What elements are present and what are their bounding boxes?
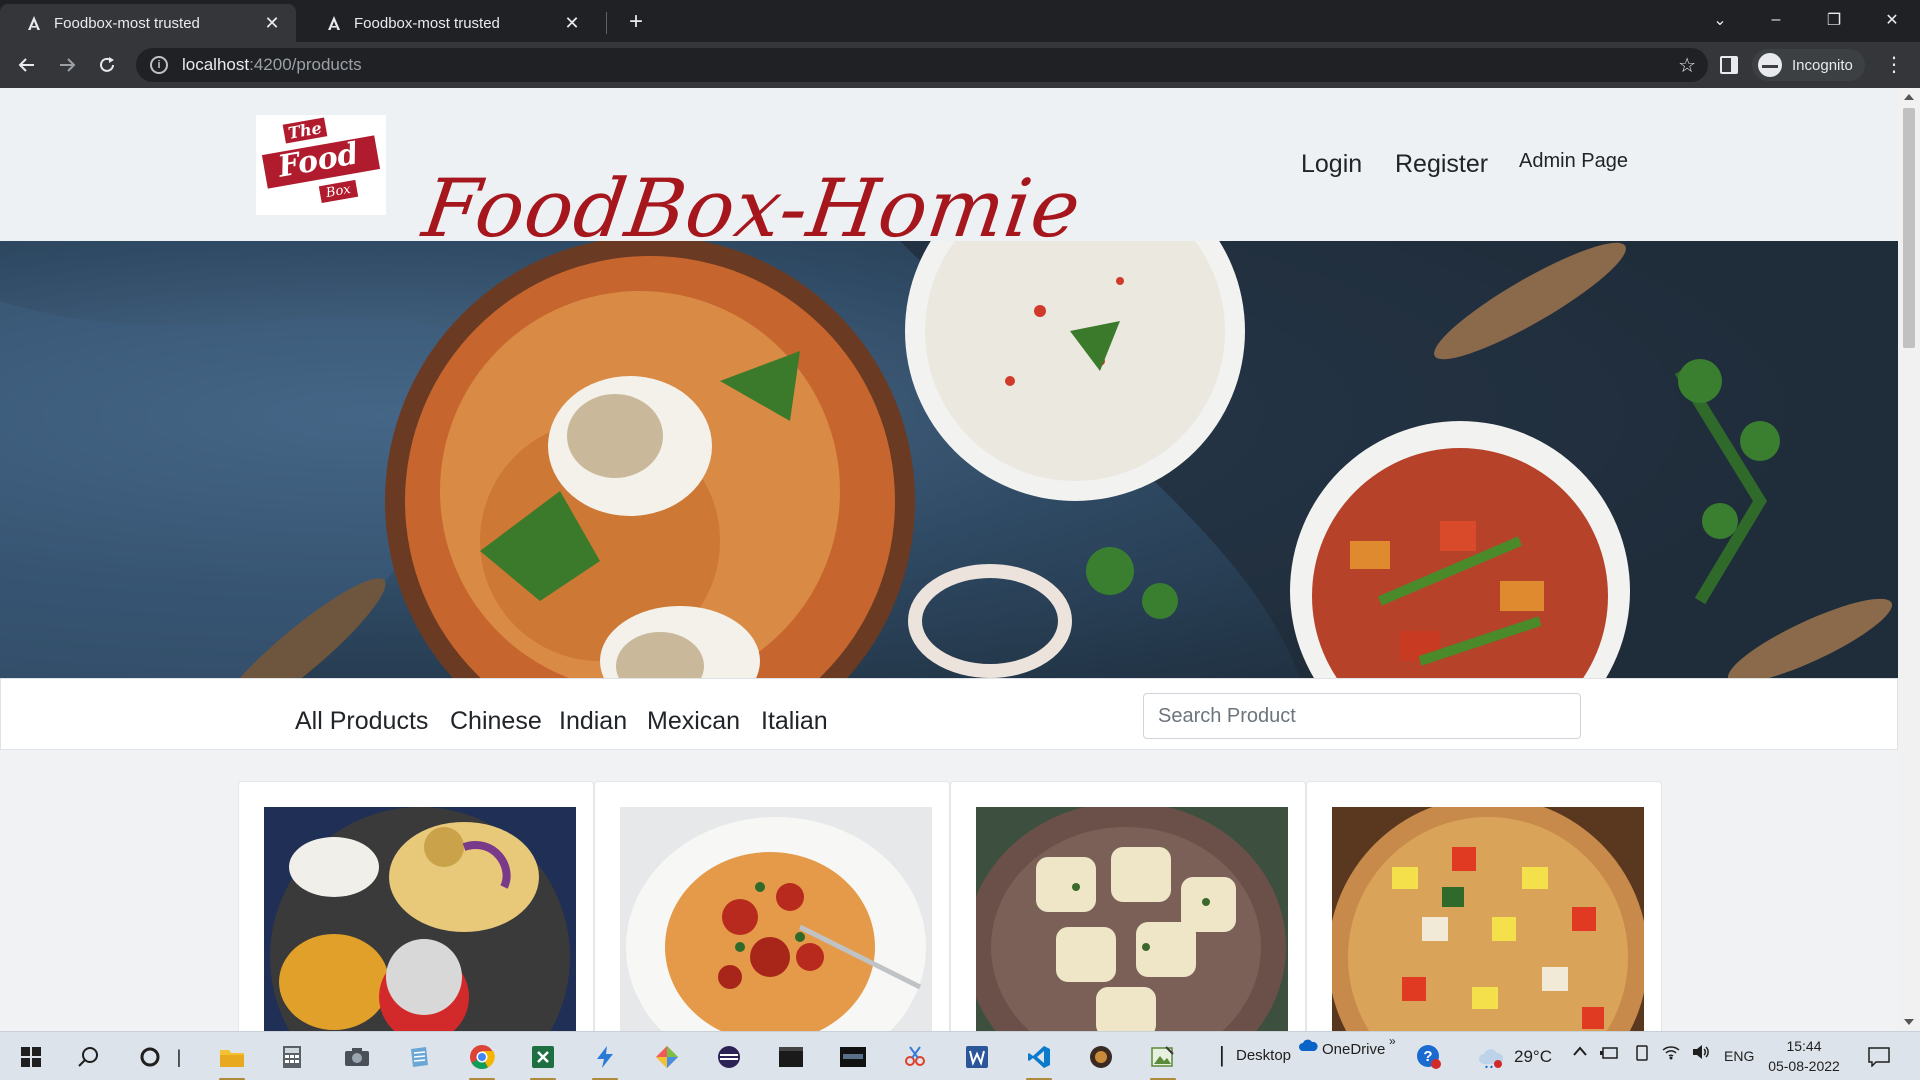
help-icon[interactable]: ? [1412,1040,1446,1074]
onedrive-label[interactable]: OneDrive [1322,1041,1385,1058]
page-scrollbar[interactable] [1898,88,1920,1031]
back-icon[interactable] [11,49,43,81]
snipping-tool-icon[interactable] [898,1040,932,1074]
incognito-icon [1758,53,1782,77]
eclipse-icon[interactable] [712,1040,746,1074]
bookmark-star-icon[interactable]: ☆ [1678,53,1696,78]
weather-icon[interactable] [1474,1040,1508,1074]
clock-date: 05-08-2022 [1768,1058,1840,1074]
pizza-image[interactable] [1332,807,1644,1031]
angular-favicon-icon [328,16,340,30]
power-automate-icon[interactable] [588,1040,622,1080]
excel-icon[interactable] [526,1040,560,1080]
terminal-icon[interactable] [774,1040,808,1074]
camera-icon[interactable] [340,1040,374,1074]
scroll-up-icon[interactable] [1904,94,1914,100]
hero-food-banner [0,241,1898,678]
logo-the: The [282,117,328,144]
category-mexican[interactable]: Mexican [647,707,740,736]
language-indicator[interactable]: ENG [1724,1048,1754,1064]
product-card[interactable] [238,781,594,1031]
close-tab-icon[interactable]: ✕ [562,13,582,34]
browser-toolbar: i localhost:4200/products ☆ Incognito ⋮ [0,42,1920,88]
hero-food-image [0,241,1898,678]
mysql-icon[interactable] [836,1040,870,1074]
ravioli-image[interactable] [976,807,1288,1031]
login-link[interactable]: Login [1301,150,1362,179]
taskbar-clock[interactable]: 15:44 05-08-2022 [1754,1036,1854,1076]
toolbar-divider-icon: | [1219,1042,1225,1067]
show-hidden-icons-icon[interactable] [1572,1044,1588,1061]
vscode-icon[interactable] [1022,1040,1056,1080]
page-viewport: The Food Box FoodBox-Homie Login Registe… [0,88,1920,1031]
clock-time: 15:44 [1786,1038,1822,1054]
svg-text:?: ? [1423,1048,1432,1065]
desktop-toolbar-label[interactable]: Desktop [1236,1047,1291,1064]
wifi-icon[interactable] [1662,1044,1680,1064]
volume-icon[interactable] [1692,1044,1710,1064]
incognito-profile-button[interactable]: Incognito [1752,49,1865,81]
tab-separator [606,12,607,34]
category-filter-bar: All Products Chinese Indian Mexican Ital… [0,678,1898,750]
reload-icon[interactable] [91,49,123,81]
search-product-input[interactable] [1143,693,1581,739]
notifications-icon[interactable] [1862,1040,1896,1074]
onedrive-cloud-icon [1298,1038,1318,1056]
calculator-icon[interactable] [275,1040,309,1074]
scrollbar-thumb[interactable] [1903,108,1915,348]
category-indian[interactable]: Indian [559,707,627,736]
device-icon[interactable] [1634,1045,1650,1065]
cortana-icon[interactable] [133,1040,167,1074]
close-window-icon[interactable]: ✕ [1864,0,1920,40]
category-all-products[interactable]: All Products [295,707,428,736]
product-card[interactable] [594,781,950,1031]
forward-icon[interactable] [51,49,83,81]
tab-search-chevron-icon[interactable]: ⌄ [1692,0,1748,40]
tab-title: Foodbox-most trusted [354,14,500,32]
product-card[interactable] [1306,781,1662,1031]
category-italian[interactable]: Italian [761,707,828,736]
battery-icon[interactable] [1600,1046,1620,1064]
task-view-divider-icon: | [176,1046,182,1067]
foodbox-logo[interactable]: The Food Box [256,115,386,215]
address-bar[interactable]: i localhost:4200/products ☆ [136,48,1708,82]
logo-food: Food [275,136,362,185]
browser-tab-bar: Foodbox-most trusted ✕ Foodbox-most trus… [0,0,1920,42]
close-tab-icon[interactable]: ✕ [262,13,282,34]
product-grid [238,781,1662,1031]
paint-3d-icon[interactable] [650,1040,684,1074]
logo-box: Box [318,179,358,204]
category-chinese[interactable]: Chinese [450,707,542,736]
admin-page-link[interactable]: Admin Page [1519,150,1628,173]
weather-temperature[interactable]: 29°C [1514,1047,1552,1067]
browser-menu-icon[interactable]: ⋮ [1884,53,1904,77]
more-toolbars-chevron-icon[interactable]: » [1389,1034,1396,1048]
site-info-icon[interactable]: i [150,56,168,74]
word-icon[interactable] [960,1040,994,1074]
browser-tab-2[interactable]: Foodbox-most trusted ✕ [300,4,596,42]
angular-favicon-icon [28,16,40,30]
app-badge-icon[interactable] [1084,1040,1118,1074]
search-icon[interactable] [72,1040,106,1074]
register-link[interactable]: Register [1395,150,1488,179]
site-header: The Food Box FoodBox-Homie Login Registe… [0,88,1898,255]
browser-tab-1[interactable]: Foodbox-most trusted ✕ [0,4,296,42]
spaghetti-image[interactable] [620,807,932,1031]
minimize-icon[interactable]: – [1748,0,1804,40]
windows-taskbar: | | Desktop OneDrive » ? 29°C ENG 15:44 … [0,1031,1920,1080]
indian-thali-image[interactable] [264,807,576,1031]
tab-title: Foodbox-most trusted [54,14,200,32]
restore-icon[interactable]: ❐ [1806,0,1862,40]
windows-start-icon[interactable] [14,1040,48,1074]
file-explorer-icon[interactable] [215,1040,249,1080]
side-panel-icon[interactable] [1720,56,1738,74]
incognito-label: Incognito [1792,56,1853,74]
product-card[interactable] [950,781,1306,1031]
url-text: localhost:4200/products [182,55,362,74]
notepad-icon[interactable] [402,1040,436,1074]
image-editor-icon[interactable] [1146,1040,1180,1080]
new-tab-button[interactable]: + [622,8,650,36]
chrome-icon[interactable] [465,1040,499,1080]
scroll-down-icon[interactable] [1904,1019,1914,1025]
